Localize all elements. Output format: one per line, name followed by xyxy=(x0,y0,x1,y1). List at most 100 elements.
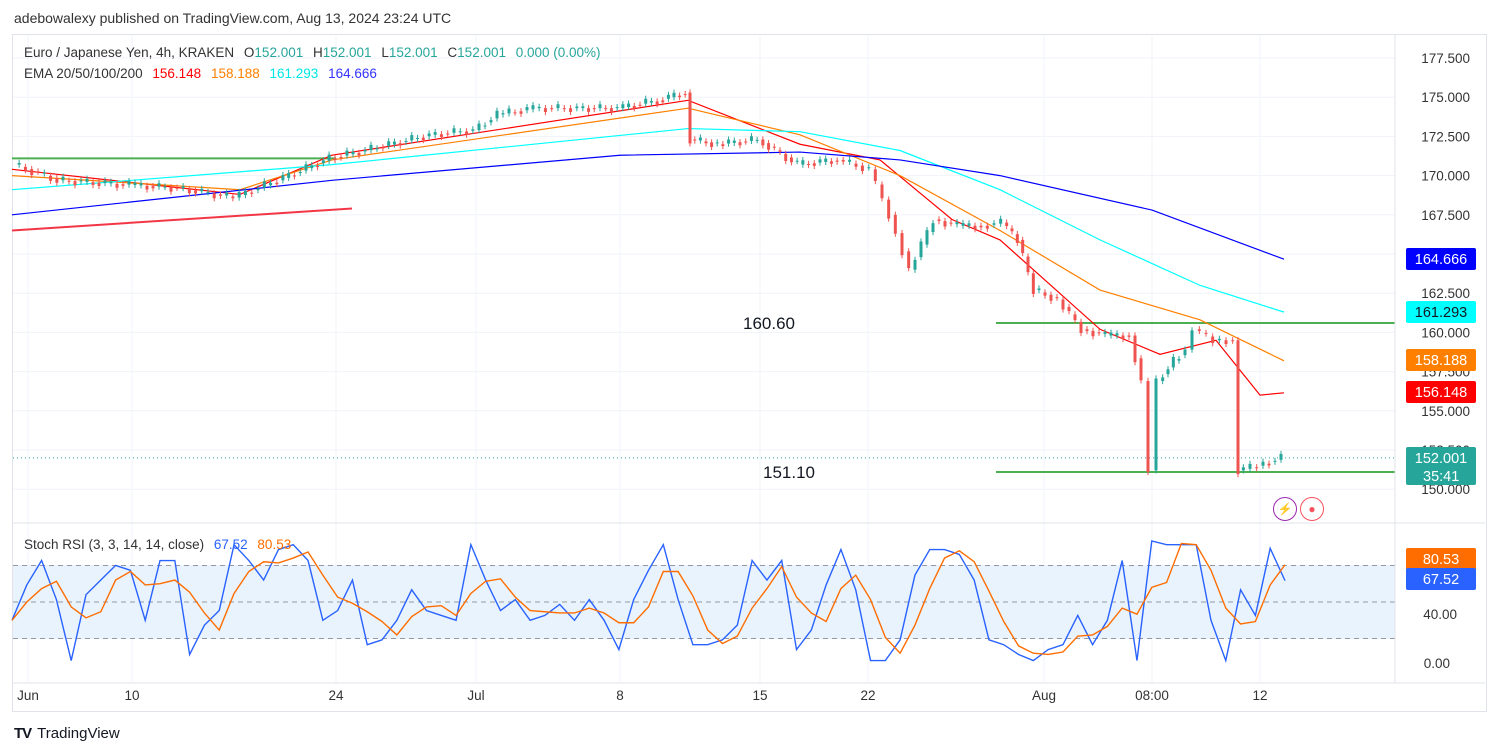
candle xyxy=(550,108,554,110)
price-tick-label: 177.500 xyxy=(1421,51,1470,66)
candle xyxy=(967,223,971,226)
candle xyxy=(421,137,425,141)
lightning-icon[interactable]: ⚡ xyxy=(1273,497,1297,521)
candle xyxy=(835,160,839,162)
candle xyxy=(175,187,179,189)
candle xyxy=(738,142,742,146)
candle xyxy=(973,225,977,230)
candle xyxy=(749,136,753,141)
candle xyxy=(163,186,167,188)
candle xyxy=(621,104,625,109)
candle xyxy=(327,154,331,161)
candle xyxy=(121,184,125,186)
candle xyxy=(507,108,511,114)
candle xyxy=(281,175,285,181)
candle xyxy=(157,183,161,187)
candle xyxy=(1026,256,1030,273)
candle xyxy=(1043,292,1047,296)
candle xyxy=(1177,359,1181,361)
candle xyxy=(292,175,296,177)
candle xyxy=(1079,321,1083,333)
time-tick-label: Jun xyxy=(17,688,39,703)
time-tick-label: 08:00 xyxy=(1135,688,1169,703)
candle xyxy=(1171,356,1175,368)
candle xyxy=(275,182,279,185)
footer-brand[interactable]: TradingView xyxy=(37,725,120,742)
candle xyxy=(1217,338,1221,341)
candle xyxy=(992,223,996,225)
candle xyxy=(1031,273,1035,294)
candle xyxy=(841,159,845,162)
symbol-title[interactable]: Euro / Japanese Yen, 4h, KRAKEN xyxy=(24,45,234,60)
candle xyxy=(381,147,385,149)
candle xyxy=(755,139,759,141)
candle xyxy=(375,148,379,150)
candle xyxy=(698,137,702,141)
price-chart[interactable]: 160.60 151.10 177.500 175.000 172.500 170.00… xyxy=(0,0,1496,756)
candle xyxy=(678,95,682,98)
candle xyxy=(1204,332,1208,334)
candle xyxy=(262,181,266,188)
candle xyxy=(225,192,229,196)
candle xyxy=(187,189,191,194)
candle xyxy=(789,157,793,163)
candle xyxy=(471,129,475,131)
candle xyxy=(298,172,302,174)
candle xyxy=(1261,461,1265,466)
candle xyxy=(1183,349,1187,356)
candle xyxy=(919,241,923,258)
candle xyxy=(23,166,27,171)
ema-line-ema100 xyxy=(11,127,1285,313)
candle xyxy=(1037,288,1041,291)
record-icon[interactable]: ● xyxy=(1300,497,1324,521)
ema200-value: 164.666 xyxy=(328,66,377,81)
candle xyxy=(1085,329,1089,332)
candle xyxy=(784,153,788,161)
candle xyxy=(1248,463,1252,469)
candle xyxy=(854,163,858,167)
low-label: L xyxy=(381,45,389,60)
ema-label[interactable]: EMA 20/50/100/200 xyxy=(24,66,143,81)
candle xyxy=(433,132,437,135)
candle xyxy=(1241,467,1245,471)
candle xyxy=(615,107,619,109)
candle xyxy=(949,222,953,224)
candle xyxy=(1224,340,1228,345)
candle xyxy=(458,131,462,133)
main-legend: Euro / Japanese Yen, 4h, KRAKEN O152.001… xyxy=(24,45,607,60)
ema20-badge: 156.148 xyxy=(1415,385,1467,401)
candle xyxy=(569,108,573,112)
candle xyxy=(525,107,529,111)
candle xyxy=(818,159,822,163)
candle xyxy=(1211,336,1215,344)
candle xyxy=(575,106,579,109)
candle xyxy=(501,113,505,115)
close-value: 152.001 xyxy=(457,45,506,60)
candle xyxy=(955,222,959,225)
candle xyxy=(1091,330,1095,337)
level-label: 151.10 xyxy=(763,463,815,482)
price-tick-label: 175.000 xyxy=(1421,90,1470,105)
candle xyxy=(1231,340,1235,342)
candle xyxy=(427,133,431,137)
rsi-label[interactable]: Stoch RSI (3, 3, 14, 14, close) xyxy=(24,537,204,552)
candle xyxy=(218,194,222,196)
candle xyxy=(598,104,602,109)
candle xyxy=(880,184,884,199)
rsi-k-badge: 67.52 xyxy=(1423,572,1459,588)
ema100-badge: 161.293 xyxy=(1415,305,1467,321)
candle xyxy=(638,104,642,106)
candle xyxy=(761,139,765,146)
candle xyxy=(363,150,367,152)
candle xyxy=(79,180,83,182)
candle xyxy=(212,193,216,199)
high-value: 152.001 xyxy=(322,45,372,60)
trend-line xyxy=(11,207,353,232)
candle xyxy=(392,141,396,145)
candle xyxy=(1061,299,1065,310)
candle xyxy=(387,141,391,146)
candle xyxy=(666,94,670,99)
candle xyxy=(767,143,771,150)
countdown-badge: 35:41 xyxy=(1423,469,1459,485)
candle xyxy=(42,172,46,174)
